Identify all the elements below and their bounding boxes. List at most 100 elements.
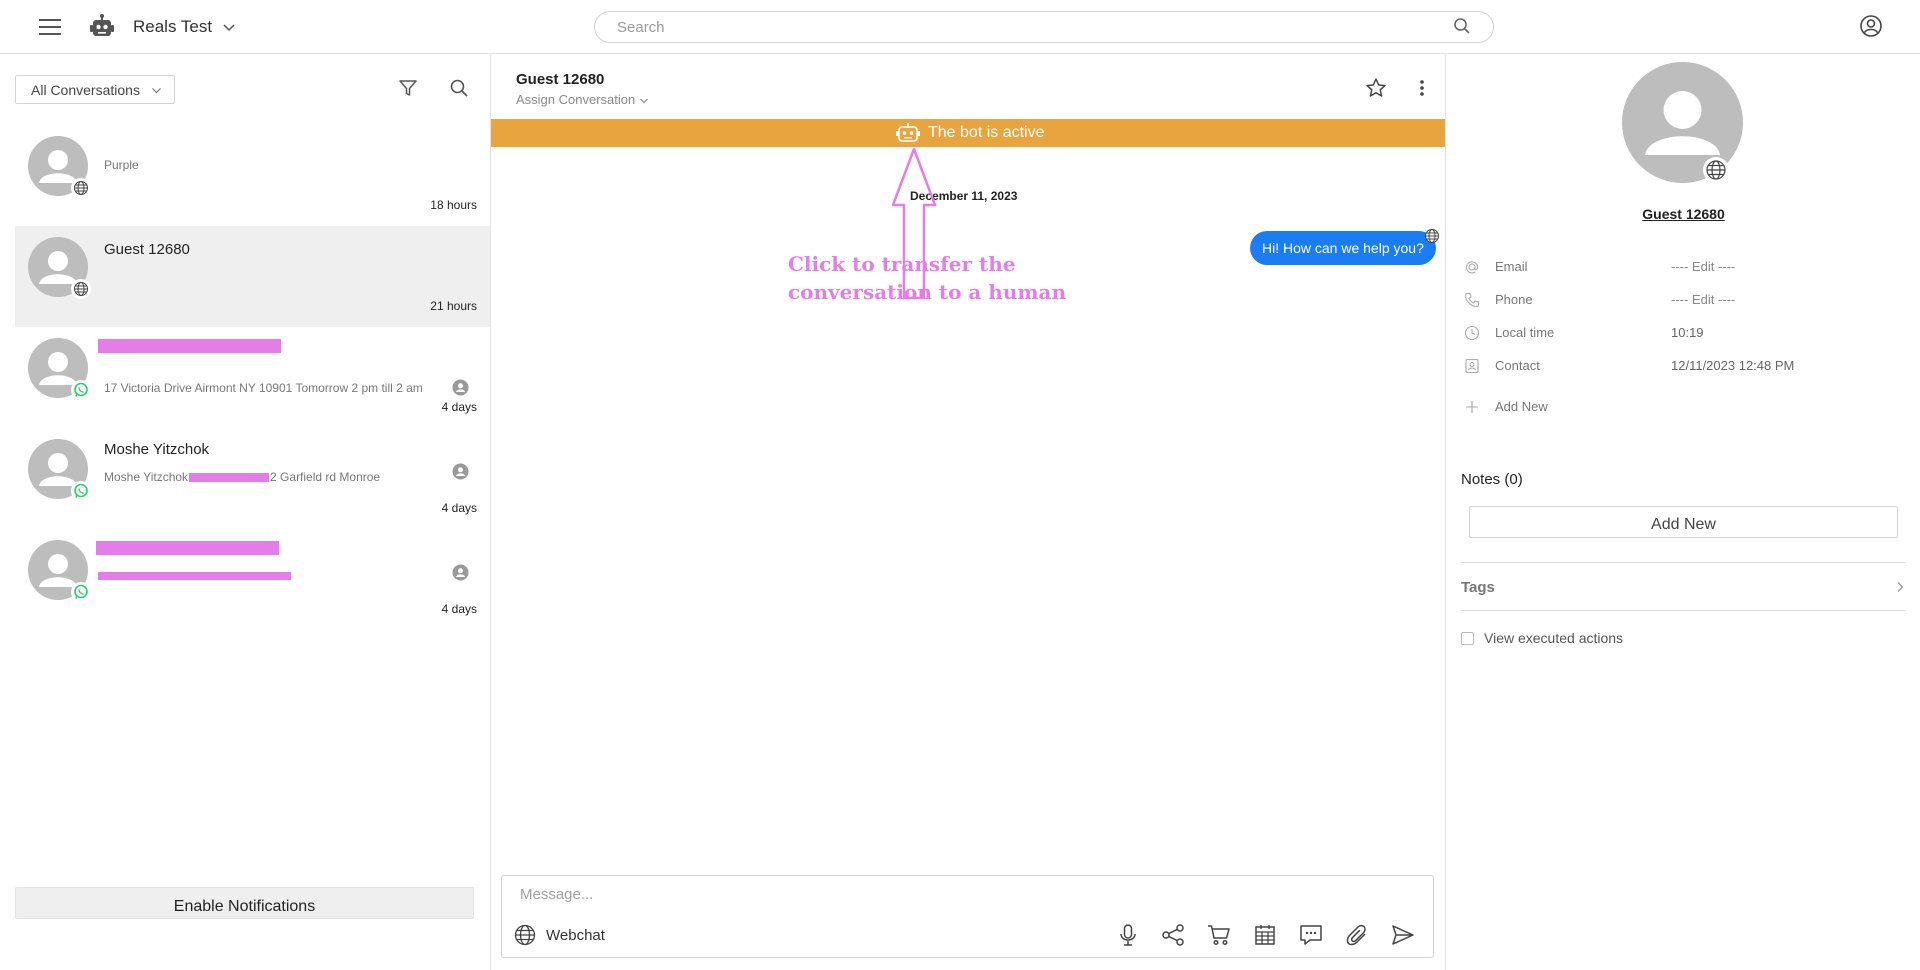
add-new-field-button[interactable]: Add New — [1464, 397, 1904, 417]
account-icon[interactable] — [1859, 14, 1883, 38]
phone-label: Phone — [1495, 292, 1533, 307]
global-search-input[interactable] — [594, 11, 1494, 43]
divider — [1461, 610, 1906, 611]
contact-card-icon — [1464, 358, 1480, 374]
hamburger-menu-icon[interactable] — [38, 16, 62, 38]
tags-label: Tags — [1461, 579, 1495, 596]
calendar-icon[interactable] — [1253, 923, 1277, 947]
chat-panel: Guest 12680 Assign Conversation The bot … — [491, 55, 1445, 970]
phone-field[interactable]: Phone ---- Edit ---- — [1464, 290, 1904, 310]
conversation-time: 4 days — [441, 400, 477, 414]
conversation-item[interactable]: 17 Victoria Drive Airmont NY 10901 Tomor… — [15, 327, 490, 428]
conversation-filter-select[interactable]: All Conversations — [15, 75, 175, 104]
conversation-preview: Purple — [104, 158, 139, 172]
more-options-icon[interactable] — [1415, 77, 1429, 99]
conversation-name: Moshe Yitzchok — [104, 441, 210, 458]
assigned-user-icon — [452, 379, 469, 396]
conversation-name: Guest 12680 — [104, 241, 190, 258]
conversation-list: Purple 18 hours Guest 12680 21 hours 17 … — [15, 125, 490, 630]
share-flow-icon[interactable] — [1161, 923, 1185, 947]
phone-value[interactable]: ---- Edit ---- — [1671, 292, 1735, 307]
whatsapp-icon — [71, 481, 91, 501]
microphone-icon[interactable] — [1116, 923, 1140, 947]
cart-icon[interactable] — [1207, 923, 1231, 947]
search-icon[interactable] — [1453, 17, 1471, 35]
view-executed-actions-label: View executed actions — [1484, 630, 1624, 646]
whatsapp-icon — [71, 582, 91, 602]
message-composer: Webchat — [501, 875, 1434, 958]
plus-icon — [1464, 399, 1480, 415]
clock-icon — [1464, 325, 1480, 341]
channel-label[interactable]: Webchat — [546, 927, 605, 944]
divider — [1461, 562, 1906, 563]
contact-label: Contact — [1495, 358, 1540, 373]
message-bubble-outgoing: Hi! How can we help you? — [1250, 231, 1436, 265]
top-bar: Reals Test — [0, 0, 1920, 54]
view-executed-actions-checkbox[interactable]: View executed actions — [1461, 628, 1761, 648]
redaction-bar — [98, 339, 281, 353]
bot-active-text: The bot is active — [928, 124, 1045, 141]
conversation-item[interactable]: Purple 18 hours — [15, 125, 490, 226]
globe-icon — [1424, 228, 1440, 244]
annotation-line-1: Click to transfer the — [788, 252, 1016, 276]
conversation-preview-end: 2 Garfield rd Monroe — [270, 470, 381, 484]
local-time-label: Local time — [1495, 325, 1555, 340]
bot-logo-icon — [89, 14, 115, 40]
conversation-item[interactable]: 4 days — [15, 529, 490, 630]
contact-value: 12/11/2023 12:48 PM — [1671, 358, 1795, 373]
local-time-field: Local time 10:19 — [1464, 323, 1904, 343]
workspace-title[interactable]: Reals Test — [133, 17, 212, 37]
assign-conversation-dropdown[interactable]: Assign Conversation — [516, 92, 649, 107]
conversation-item-active[interactable]: Guest 12680 21 hours — [15, 226, 490, 327]
chevron-down-icon — [151, 85, 162, 96]
conversation-preview: Moshe Yitzchok 2 Garfield rd Monroe — [104, 470, 380, 484]
search-conversations-icon[interactable] — [449, 78, 469, 98]
checkbox[interactable] — [1461, 632, 1474, 645]
conversation-list-panel: All Conversations Purple 18 hours Guest … — [0, 55, 491, 970]
filter-icon[interactable] — [398, 78, 418, 98]
conversation-time: 4 days — [441, 602, 477, 616]
conversation-preview: 17 Victoria Drive Airmont NY 10901 Tomor… — [104, 381, 423, 395]
send-icon[interactable] — [1391, 923, 1415, 947]
add-note-button[interactable]: Add New — [1469, 506, 1898, 538]
email-label: Email — [1495, 259, 1528, 274]
email-field[interactable]: Email ---- Edit ---- — [1464, 257, 1904, 277]
local-time-value: 10:19 — [1671, 325, 1704, 340]
conversation-filter-label: All Conversations — [31, 82, 140, 98]
add-new-label: Add New — [1495, 399, 1548, 414]
assigned-user-icon — [452, 463, 469, 480]
notes-label: Notes (0) — [1461, 471, 1523, 488]
redaction-bar — [96, 541, 279, 555]
enable-notifications-button[interactable]: Enable Notifications — [15, 887, 474, 919]
at-sign-icon — [1464, 259, 1480, 275]
contact-name-link[interactable]: Guest 12680 — [1446, 206, 1920, 222]
conversation-time: 4 days — [441, 501, 477, 515]
conversation-item[interactable]: Moshe Yitzchok Moshe Yitzchok 2 Garfield … — [15, 428, 490, 529]
annotation-text: Click to transfer the conversation to a … — [788, 250, 1066, 306]
assigned-user-icon — [452, 564, 469, 581]
contact-details-panel: Guest 12680 Email ---- Edit ---- Phone -… — [1445, 55, 1920, 970]
paperclip-icon[interactable] — [1345, 923, 1369, 947]
globe-icon — [71, 279, 91, 299]
chevron-down-icon — [639, 96, 649, 106]
phone-icon — [1464, 292, 1480, 308]
message-input[interactable] — [502, 876, 1433, 912]
contact-date-field: Contact 12/11/2023 12:48 PM — [1464, 356, 1904, 376]
chat-bubble-icon[interactable] — [1299, 923, 1323, 947]
conversation-time: 21 hours — [430, 299, 477, 313]
chevron-down-icon[interactable] — [222, 20, 236, 34]
annotation-line-2: conversation to a human — [788, 280, 1067, 304]
chat-contact-name: Guest 12680 — [516, 71, 605, 88]
whatsapp-icon — [71, 380, 91, 400]
email-value[interactable]: ---- Edit ---- — [1671, 259, 1735, 274]
star-icon[interactable] — [1365, 77, 1387, 99]
conversation-time: 18 hours — [430, 198, 477, 212]
bot-active-banner[interactable]: The bot is active — [491, 119, 1445, 147]
assign-conversation-label: Assign Conversation — [516, 92, 636, 107]
bot-icon — [896, 122, 920, 144]
globe-icon[interactable] — [514, 924, 536, 946]
redaction-bar — [189, 473, 270, 483]
globe-icon — [71, 178, 91, 198]
tags-section[interactable]: Tags — [1461, 577, 1906, 601]
conversation-preview-start: Moshe Yitzchok — [104, 470, 189, 484]
